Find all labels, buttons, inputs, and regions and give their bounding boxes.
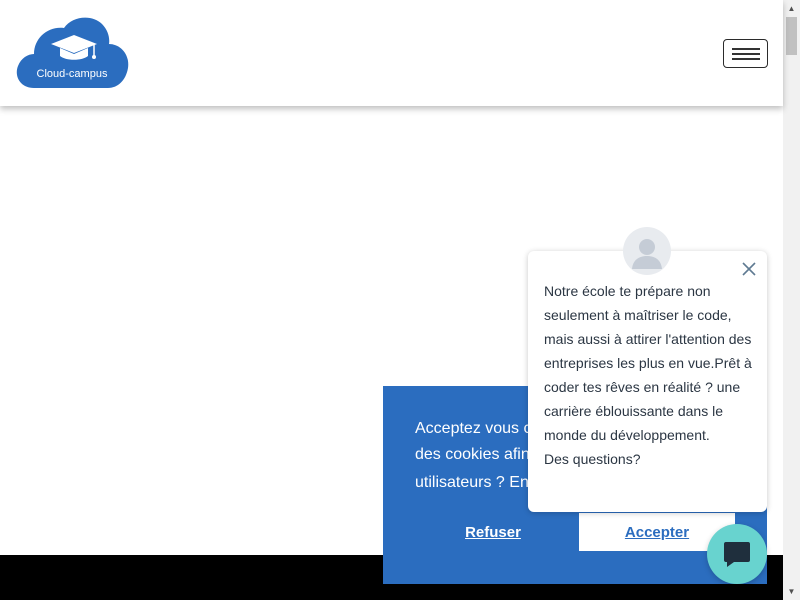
scroll-down-arrow-icon[interactable]: ▼ [783,583,800,600]
chat-popup: Notre école te prépare non seulement à m… [528,227,767,512]
chat-message-text: Notre école te prépare non seulement à m… [544,283,752,443]
scrollbar-thumb[interactable] [786,17,797,55]
hamburger-menu-icon-line [731,57,760,60]
chat-launcher-button[interactable] [707,524,767,584]
hamburger-menu-icon [731,47,760,50]
chat-question-text: Des questions? [544,451,641,467]
hamburger-menu-icon-line [731,52,760,55]
user-avatar-icon [623,227,671,275]
graduation-cap-cloud-icon: Cloud-campus [16,17,129,89]
logo-text: Cloud-campus [37,68,108,80]
close-icon[interactable] [741,261,757,277]
menu-toggle-button[interactable] [723,39,768,68]
chat-message: Notre école te prépare non seulement à m… [544,279,754,471]
site-header: Cloud-campus [0,0,783,106]
chat-bubble-icon [724,542,750,567]
scroll-up-arrow-icon[interactable]: ▲ [783,0,800,17]
vertical-scrollbar[interactable]: ▲ ▼ [783,0,800,600]
cloud-campus-logo[interactable]: Cloud-campus [14,14,132,90]
refuse-cookies-button[interactable]: Refuser [423,513,563,551]
